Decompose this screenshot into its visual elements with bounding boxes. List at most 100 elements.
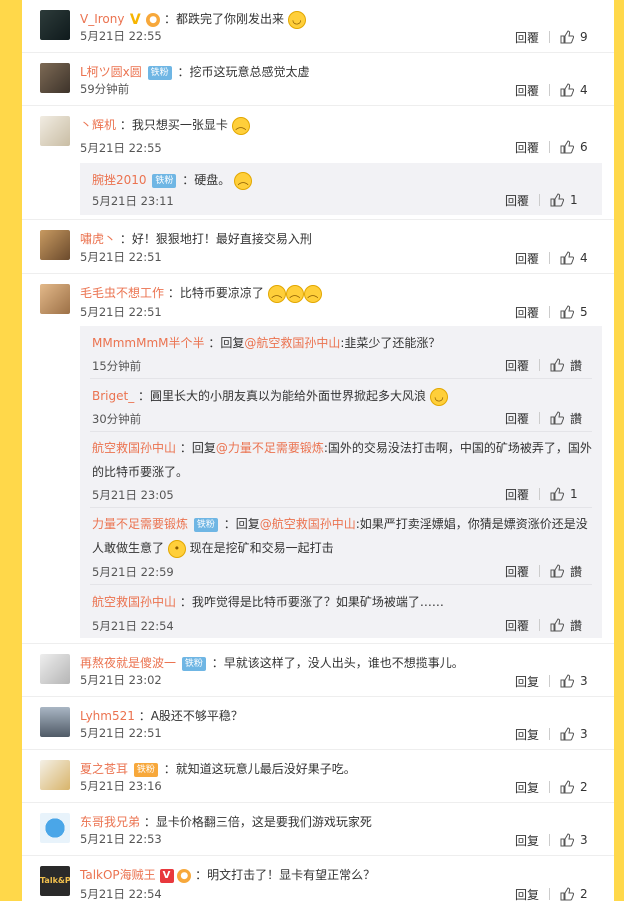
- doge-emoji-icon: •: [167, 539, 186, 558]
- comment-text: ：好！狠狠地打！最好直接交易入刑: [119, 232, 312, 246]
- like-button[interactable]: 6: [550, 140, 602, 154]
- like-button[interactable]: 讚: [540, 410, 592, 427]
- reply-button[interactable]: 回覆: [505, 304, 549, 321]
- timestamp: 5月21日 22:51: [80, 250, 162, 264]
- username[interactable]: Lyhm521: [80, 709, 135, 723]
- avatar[interactable]: [40, 813, 70, 843]
- sub-reply-item: MMmmMmM半个半 ：回复@航空救国孙中山:韭菜少了还能涨？ 15分钟前 回覆…: [90, 326, 592, 379]
- comment-item: Lyhm521 ：A股还不够平稳？ 5月21日 22:51 回复 3: [22, 697, 614, 750]
- username[interactable]: 东哥我兄弟: [80, 815, 140, 829]
- username[interactable]: V_Irony: [80, 12, 124, 26]
- like-button[interactable]: 2: [550, 887, 602, 901]
- comment-item: 东哥我兄弟 ：显卡价格翻三倍，这是要我们游戏玩家死 5月21日 22:53 回复…: [22, 803, 614, 856]
- avatar[interactable]: [40, 654, 70, 684]
- username[interactable]: 航空救国孙中山: [92, 595, 176, 609]
- timestamp: 5月21日 22:51: [80, 305, 162, 319]
- reply-button[interactable]: 回复: [505, 673, 549, 690]
- like-button[interactable]: 3: [550, 674, 602, 688]
- username[interactable]: 丶辉机: [80, 118, 116, 132]
- timestamp: 59分钟前: [80, 82, 130, 96]
- sad-emoji-icon: ︵: [303, 284, 322, 303]
- grin-emoji-icon: ◡: [429, 387, 448, 406]
- mention-link[interactable]: @力量不足需要锻炼: [216, 441, 324, 455]
- comment-actions: 回复 3: [505, 831, 602, 849]
- thumbs-up-icon: [550, 487, 564, 501]
- comment-actions: 回覆 1: [495, 485, 592, 503]
- like-button[interactable]: 1: [540, 193, 592, 207]
- reply-button[interactable]: 回覆: [505, 82, 549, 99]
- reply-button[interactable]: 回复: [505, 886, 549, 901]
- username[interactable]: 嘯虎丶: [80, 232, 116, 246]
- like-button[interactable]: 1: [540, 487, 592, 501]
- avatar[interactable]: [40, 116, 70, 146]
- comment-actions: 回覆 6: [505, 138, 602, 156]
- reply-button[interactable]: 回复: [505, 726, 549, 743]
- sad-emoji-icon: ︵: [234, 171, 253, 190]
- sad-emoji-icon: ︵: [267, 284, 286, 303]
- like-button[interactable]: 2: [550, 780, 602, 794]
- username[interactable]: TalkOP海贼王: [80, 868, 156, 882]
- reply-button[interactable]: 回覆: [505, 250, 549, 267]
- reply-button[interactable]: 回覆: [495, 563, 539, 580]
- thumbs-up-icon: [560, 83, 574, 97]
- comment-list: V_Irony V ● ：都跌完了你刚发出来 ◡ 5月21日 22:55 回覆 …: [22, 0, 614, 901]
- reply-button[interactable]: 回覆: [495, 410, 539, 427]
- verified-v-icon: V: [129, 11, 141, 28]
- like-button[interactable]: 4: [550, 251, 602, 265]
- username[interactable]: 再熬夜就是傻波一: [80, 656, 176, 670]
- like-button[interactable]: 讚: [540, 563, 592, 580]
- comment-actions: 回覆 1: [495, 191, 592, 209]
- like-count: 讚: [570, 618, 583, 633]
- sub-reply-item: 力量不足需要锻炼 铁粉 ：回复@航空救国孙中山:如果严打卖淫嫖娼，你猜是嫖资涨价…: [90, 508, 592, 585]
- like-button[interactable]: 3: [550, 727, 602, 741]
- reply-button[interactable]: 回覆: [495, 357, 539, 374]
- reply-button[interactable]: 回复: [505, 779, 549, 796]
- thumbs-up-icon: [560, 727, 574, 741]
- comment-actions: 回覆 讚: [495, 356, 592, 374]
- thumbs-up-icon: [560, 780, 574, 794]
- username[interactable]: 腕挫2010: [92, 173, 147, 187]
- comment-actions: 回覆 9: [505, 28, 602, 46]
- username[interactable]: L柯ツ圆x圆: [80, 65, 142, 79]
- like-button[interactable]: 4: [550, 83, 602, 97]
- mention-link[interactable]: @航空救国孙中山: [260, 517, 356, 531]
- mention-link[interactable]: @航空救国孙中山: [244, 336, 340, 350]
- avatar[interactable]: [40, 230, 70, 260]
- sad-emoji-icon: ︵: [231, 116, 250, 135]
- timestamp: 5月21日 22:54: [92, 619, 174, 633]
- avatar[interactable]: [40, 284, 70, 314]
- sub-reply-item: 航空救国孙中山 ：我咋觉得是比特币要涨了？如果矿场被端了…… 5月21日 22:…: [90, 585, 592, 638]
- username[interactable]: MMmmMmM半个半: [92, 336, 204, 350]
- comment-actions: 回复 2: [505, 885, 602, 901]
- avatar[interactable]: [40, 63, 70, 93]
- reply-button[interactable]: 回覆: [505, 29, 549, 46]
- like-button[interactable]: 9: [550, 30, 602, 44]
- thumbs-up-icon: [560, 887, 574, 901]
- comment-body: 东哥我兄弟 ：显卡价格翻三倍，这是要我们游戏玩家死: [80, 813, 602, 831]
- avatar[interactable]: Talk&P: [40, 866, 70, 896]
- reply-button[interactable]: 回复: [505, 832, 549, 849]
- username[interactable]: Briget_: [92, 389, 134, 403]
- like-count: 1: [570, 193, 578, 207]
- reply-button[interactable]: 回覆: [495, 192, 539, 209]
- thumbs-up-icon: [560, 251, 574, 265]
- like-button[interactable]: 讚: [540, 357, 592, 374]
- fan-badge: 铁粉: [152, 173, 177, 188]
- username[interactable]: 夏之苍耳: [80, 762, 128, 776]
- like-button[interactable]: 5: [550, 305, 602, 319]
- username[interactable]: 力量不足需要锻炼: [92, 517, 188, 531]
- reply-button[interactable]: 回覆: [505, 139, 549, 156]
- comment-text: ：挖币这玩意总感觉太虚: [177, 65, 310, 79]
- avatar[interactable]: [40, 707, 70, 737]
- username[interactable]: 毛毛虫不想工作: [80, 286, 164, 300]
- timestamp: 5月21日 22:54: [80, 887, 162, 901]
- username[interactable]: 航空救国孙中山: [92, 441, 176, 455]
- avatar[interactable]: [40, 760, 70, 790]
- reply-button[interactable]: 回覆: [495, 486, 539, 503]
- like-count: 讚: [570, 411, 583, 426]
- like-button[interactable]: 讚: [540, 617, 592, 634]
- comment-body: 力量不足需要锻炼 铁粉 ：回复@航空救国孙中山:如果严打卖淫嫖娼，你猜是嫖资涨价…: [92, 512, 592, 560]
- reply-button[interactable]: 回覆: [495, 617, 539, 634]
- like-button[interactable]: 3: [550, 833, 602, 847]
- avatar[interactable]: [40, 10, 70, 40]
